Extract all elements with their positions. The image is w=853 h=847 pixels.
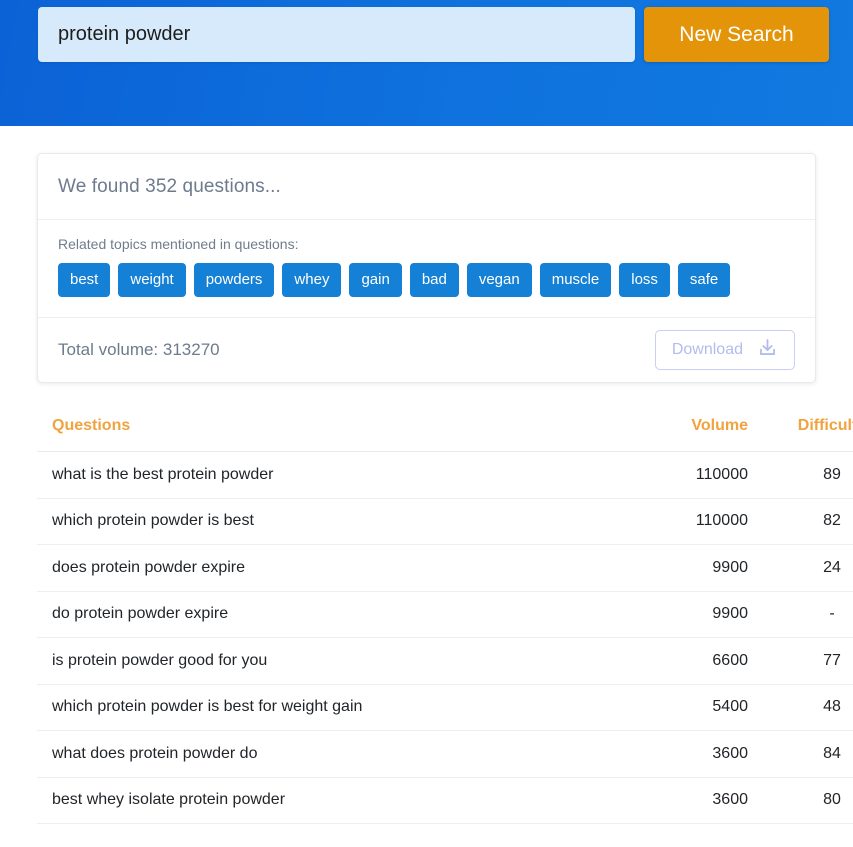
cell-volume: 110000 xyxy=(625,498,748,545)
download-icon xyxy=(757,337,778,363)
download-button[interactable]: Download xyxy=(654,330,795,370)
related-topics-list: best weight powders whey gain bad vegan muscle l… xyxy=(58,263,795,297)
cell-question: is protein powder good for you xyxy=(37,637,625,685)
topic-tag[interactable]: safe xyxy=(677,263,731,297)
cell-question: what is the best protein powder xyxy=(37,451,625,499)
cell-difficulty: 84 xyxy=(748,730,853,778)
table-row[interactable]: which protein powder is best 110000 82 xyxy=(37,498,853,545)
questions-table-body: what is the best protein powder 110000 89 w… xyxy=(37,451,853,824)
topic-tag[interactable]: gain xyxy=(349,263,402,297)
cell-volume: 9900 xyxy=(625,544,748,592)
cell-volume: 6600 xyxy=(625,637,748,685)
cell-volume: 110000 xyxy=(625,451,748,499)
cell-difficulty: 24 xyxy=(748,544,853,592)
cell-difficulty: 89 xyxy=(748,451,853,499)
table-row[interactable]: do protein powder expire 9900- xyxy=(37,591,853,638)
topic-tag[interactable]: best xyxy=(58,263,111,297)
topic-tag[interactable]: powders xyxy=(193,263,275,297)
new-search-button[interactable]: New Search xyxy=(644,7,829,62)
total-volume-section: Total volume: 313270 Download xyxy=(38,318,815,382)
cell-question: what does protein powder do xyxy=(37,730,625,778)
questions-table-head: Questions Volume Difficulty xyxy=(37,417,853,452)
column-header-volume[interactable]: Volume xyxy=(625,417,748,452)
cell-volume: 5400 xyxy=(625,684,748,731)
cell-question: best whey isolate protein powder xyxy=(37,777,625,824)
cell-question: which protein powder is best xyxy=(37,498,625,545)
search-bar: New Search xyxy=(0,7,853,62)
topic-tag[interactable]: weight xyxy=(118,263,186,297)
cell-volume: 9900 xyxy=(625,591,748,638)
cell-difficulty: 48 xyxy=(748,684,853,731)
table-row[interactable]: is protein powder good for you 6600 77 xyxy=(37,637,853,685)
cell-difficulty: 77 xyxy=(748,637,853,685)
cell-question: do protein powder expire xyxy=(37,591,625,638)
cell-difficulty: 82 xyxy=(748,498,853,545)
table-row[interactable]: does protein powder expire 9900 24 xyxy=(37,544,853,592)
topic-tag[interactable]: muscle xyxy=(539,263,612,297)
found-questions-text: We found 352 questions... xyxy=(58,175,281,197)
total-volume-text: Total volume: 313270 xyxy=(58,340,220,359)
download-button-label: Download xyxy=(671,341,743,358)
column-header-questions[interactable]: Questions xyxy=(37,417,625,452)
topic-tag[interactable]: loss xyxy=(619,263,670,297)
related-topics-section: Related topics mentioned in questions: b… xyxy=(38,220,815,318)
related-topics-label: Related topics mentioned in questions: xyxy=(58,236,299,252)
column-header-difficulty[interactable]: Difficulty xyxy=(748,417,853,452)
cell-difficulty: - xyxy=(748,591,853,638)
cell-question: which protein powder is best for weight … xyxy=(37,684,625,731)
found-questions-section: We found 352 questions... xyxy=(38,154,815,220)
search-input[interactable] xyxy=(38,7,635,62)
topic-tag[interactable]: vegan xyxy=(466,263,532,297)
cell-volume: 3600 xyxy=(625,730,748,778)
page-body: We found 352 questions... Related topics… xyxy=(0,153,853,824)
table-row[interactable]: which protein powder is best for weight … xyxy=(37,684,853,731)
table-row[interactable]: best whey isolate protein powder 3600 80 xyxy=(37,777,853,824)
topic-tag[interactable]: whey xyxy=(282,263,342,297)
cell-volume: 3600 xyxy=(625,777,748,824)
questions-table: Questions Volume Difficulty what is the … xyxy=(37,417,853,824)
summary-card: We found 352 questions... Related topics… xyxy=(37,153,816,383)
table-header-row: Questions Volume Difficulty xyxy=(37,417,853,452)
topic-tag[interactable]: bad xyxy=(409,263,459,297)
cell-question: does protein powder expire xyxy=(37,544,625,592)
table-row[interactable]: what is the best protein powder 110000 89 xyxy=(37,451,853,499)
cell-difficulty: 80 xyxy=(748,777,853,824)
table-row[interactable]: what does protein powder do 3600 84 xyxy=(37,730,853,778)
search-header-band: New Search xyxy=(0,0,853,126)
